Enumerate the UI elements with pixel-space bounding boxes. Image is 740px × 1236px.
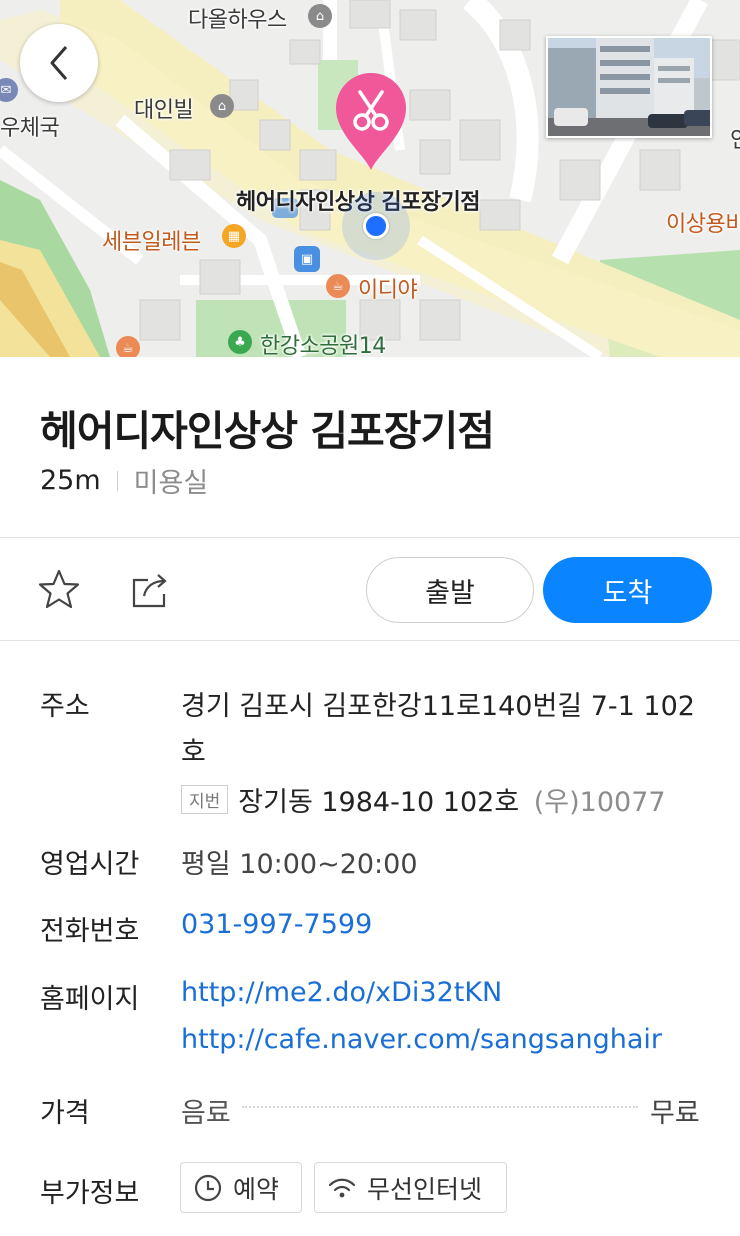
map-label-daolhouse: 다올하우스 [188, 8, 287, 33]
scissors-icon [336, 73, 406, 170]
price-item: 음료 [181, 1098, 231, 1129]
homepage-link-2[interactable]: http://cafe.naver.com/sangsanghair [181, 1024, 662, 1055]
current-location-marker [342, 192, 410, 260]
map-label-seven: 세븐일레븐 [102, 230, 201, 255]
divider [116, 470, 118, 491]
back-button[interactable] [20, 24, 98, 102]
store-icon: ▦ [222, 224, 246, 248]
jibun-address-row: 지번 장기동 1984-10 102호 (우)10077 [181, 780, 666, 819]
map-label-edge: 인 [730, 122, 740, 154]
chip-label: 무선인터넷 [367, 1174, 483, 1204]
chevron-left-icon [50, 46, 68, 80]
action-bar: 출발 도착 [0, 538, 740, 641]
share-icon [132, 574, 167, 608]
building-icon: ⌂ [210, 94, 234, 118]
wifi-icon [328, 1178, 356, 1197]
place-header: 헤어디자인상상 김포장기점 25m 미용실 [0, 357, 740, 538]
building-icon: ⌂ [308, 4, 332, 28]
chip-wifi: 무선인터넷 [314, 1162, 507, 1213]
postal-code: (우)10077 [533, 787, 666, 818]
address-line2: 호 [181, 737, 206, 768]
map-view[interactable]: 다올하우스 ⌂ 우체국 ✉ 대인빌 ⌂ 세븐일레븐 ▦ ▣ ☕ 이디야 ☕ ♣ … [0, 0, 740, 357]
phone-link[interactable]: 031-997-7599 [181, 909, 372, 940]
hours-label: 영업시간 [40, 849, 140, 880]
street-view-thumbnail[interactable] [546, 36, 712, 138]
park-icon: ♣ [228, 330, 252, 354]
jibun-address: 장기동 1984-10 102호 [238, 787, 520, 818]
address-line1: 경기 김포시 김포한강11로140번길 7-1 102 [181, 691, 695, 722]
map-label-ediya: 이디야 [358, 278, 418, 303]
depart-button[interactable]: 출발 [366, 557, 534, 623]
phone-label: 전화번호 [40, 916, 140, 947]
homepage-link-1[interactable]: http://me2.do/xDi32tKN [181, 977, 502, 1008]
distance-text: 25m [40, 465, 101, 496]
price-label: 가격 [40, 1098, 90, 1129]
star-icon [38, 569, 80, 609]
price-leader-dots [242, 1106, 638, 1108]
jibun-tag: 지번 [181, 785, 229, 814]
bus-stop-icon: ▣ [294, 246, 320, 272]
map-label-post: 우체국 [0, 116, 60, 141]
place-title: 헤어디자인상상 김포장기점 [40, 407, 495, 455]
map-label-park: 한강소공원14 [260, 334, 386, 357]
street-photo [548, 38, 710, 136]
chip-label: 예약 [233, 1174, 280, 1204]
cafe-icon: ☕ [116, 336, 140, 357]
category-text: 미용실 [133, 468, 209, 499]
hours-value: 평일 10:00~20:00 [181, 849, 418, 880]
map-label-isang: 이상용비 [666, 212, 740, 237]
address-label: 주소 [40, 691, 90, 722]
arrive-button[interactable]: 도착 [543, 557, 712, 623]
cafe-icon: ☕ [326, 274, 350, 298]
place-meta: 25m 미용실 [40, 461, 208, 500]
favorite-button[interactable] [37, 568, 81, 612]
price-value: 무료 [650, 1098, 700, 1129]
extra-info-label: 부가정보 [40, 1178, 140, 1209]
map-label-daein: 대인빌 [134, 98, 194, 123]
share-button[interactable] [128, 568, 172, 612]
chip-reservation: 예약 [180, 1162, 302, 1213]
homepage-label: 홈페이지 [40, 984, 140, 1015]
clock-icon [194, 1174, 222, 1201]
place-pin[interactable] [334, 72, 408, 172]
